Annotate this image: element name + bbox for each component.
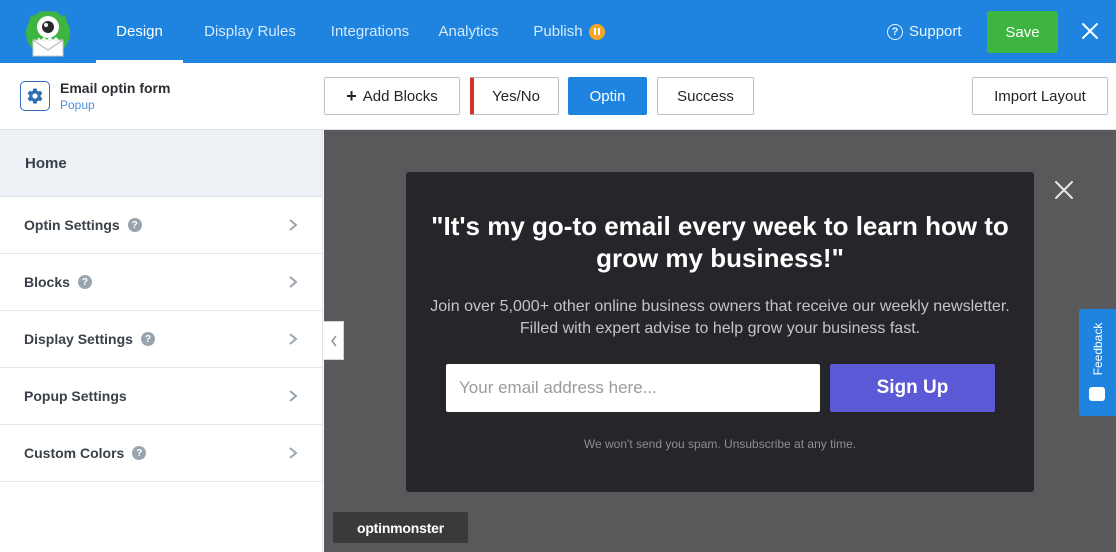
help-icon[interactable]: ? xyxy=(132,446,147,460)
view-label: Success xyxy=(677,87,734,105)
help-icon[interactable]: ? xyxy=(77,275,92,289)
popup-headline[interactable]: "It's my go-to email every week to learn… xyxy=(406,210,1034,274)
sidebar-item-blocks[interactable]: Blocks ? xyxy=(0,254,322,311)
chevron-right-icon xyxy=(289,333,298,345)
help-icon[interactable]: ? xyxy=(140,332,155,346)
no-spam-notice: We won't send you spam. Unsubscribe at a… xyxy=(583,437,857,451)
sidebar-item-custom-colors[interactable]: Custom Colors ? xyxy=(0,425,322,482)
support-link[interactable]: ? Support xyxy=(887,0,962,63)
import-layout-label: Import Layout xyxy=(994,87,1086,105)
import-layout-button[interactable]: Import Layout xyxy=(972,77,1108,115)
badge-text: optinmonster xyxy=(356,519,445,536)
popup-subtext[interactable]: Join over 5,000+ other online business o… xyxy=(426,296,1014,340)
plus-icon: + xyxy=(346,85,357,106)
support-label: Support xyxy=(909,23,962,40)
sidebar-item-label: Popup Settings xyxy=(24,388,127,404)
sidebar-item-display-settings[interactable]: Display Settings ? xyxy=(0,311,322,368)
tab-display-rules[interactable]: Display Rules xyxy=(183,0,317,63)
view-optin-button[interactable]: Optin xyxy=(568,77,647,115)
sign-up-button[interactable]: Sign Up xyxy=(830,364,995,412)
tab-label: Design xyxy=(116,23,163,40)
form-title: Email optin form xyxy=(60,80,171,96)
tab-analytics[interactable]: Analytics xyxy=(423,0,514,63)
feedback-face-icon xyxy=(1089,387,1105,401)
tab-design[interactable]: Design xyxy=(96,0,183,63)
sidebar-item-label: Blocks xyxy=(24,274,70,290)
optinmonster-badge: optinmonster xyxy=(333,512,468,543)
settings-sidebar: Home Optin Settings ? Blocks ? Display S… xyxy=(0,130,323,552)
tab-label: Display Rules xyxy=(204,23,296,40)
chevron-left-icon xyxy=(330,335,337,346)
optin-popup: "It's my go-to email every week to learn… xyxy=(406,172,1034,492)
sidebar-home-label: Home xyxy=(25,154,67,172)
save-button[interactable]: Save xyxy=(987,11,1058,53)
tab-label: Integrations xyxy=(330,23,410,40)
close-icon[interactable] xyxy=(1080,21,1100,41)
view-label: Optin xyxy=(589,87,626,105)
form-type-label: Popup xyxy=(60,98,95,112)
pause-icon xyxy=(588,23,605,40)
sidebar-item-label: Optin Settings xyxy=(24,217,120,233)
sidebar-item-label: Custom Colors xyxy=(24,445,125,461)
feedback-label: Feedback xyxy=(1091,322,1105,376)
sidebar-item-label: Display Settings xyxy=(24,331,133,347)
feedback-tab[interactable]: Feedback xyxy=(1079,309,1116,416)
tab-publish[interactable]: Publish xyxy=(514,0,624,63)
chevron-right-icon xyxy=(289,447,298,459)
add-blocks-label: Add Blocks xyxy=(362,87,438,105)
sidebar-item-popup-settings[interactable]: Popup Settings xyxy=(0,368,322,425)
tab-integrations[interactable]: Integrations xyxy=(317,0,423,63)
chevron-right-icon xyxy=(289,276,298,288)
top-navigation-bar: Design Display Rules Integrations Analyt… xyxy=(0,0,1116,63)
main-tabs: Design Display Rules Integrations Analyt… xyxy=(96,0,624,63)
popup-close-icon[interactable] xyxy=(1054,180,1074,200)
sidebar-home[interactable]: Home xyxy=(0,130,322,197)
form-settings-button[interactable] xyxy=(20,81,50,111)
chevron-right-icon xyxy=(289,219,298,231)
view-success-button[interactable]: Success xyxy=(657,77,754,115)
add-blocks-button[interactable]: + Add Blocks xyxy=(324,77,460,115)
collapse-sidebar-button[interactable] xyxy=(324,321,344,360)
gear-icon xyxy=(27,88,43,104)
email-field[interactable] xyxy=(446,364,820,412)
chevron-right-icon xyxy=(289,390,298,402)
question-circle-icon: ? xyxy=(887,23,903,40)
help-icon[interactable]: ? xyxy=(127,218,142,232)
optinmonster-logo-icon[interactable] xyxy=(18,6,78,58)
tab-label: Analytics xyxy=(438,23,499,40)
tab-label: Publish xyxy=(533,23,583,40)
sidebar-item-optin-settings[interactable]: Optin Settings ? xyxy=(0,197,322,254)
view-yes-no-button[interactable]: Yes/No xyxy=(470,77,559,115)
view-label: Yes/No xyxy=(492,87,540,105)
